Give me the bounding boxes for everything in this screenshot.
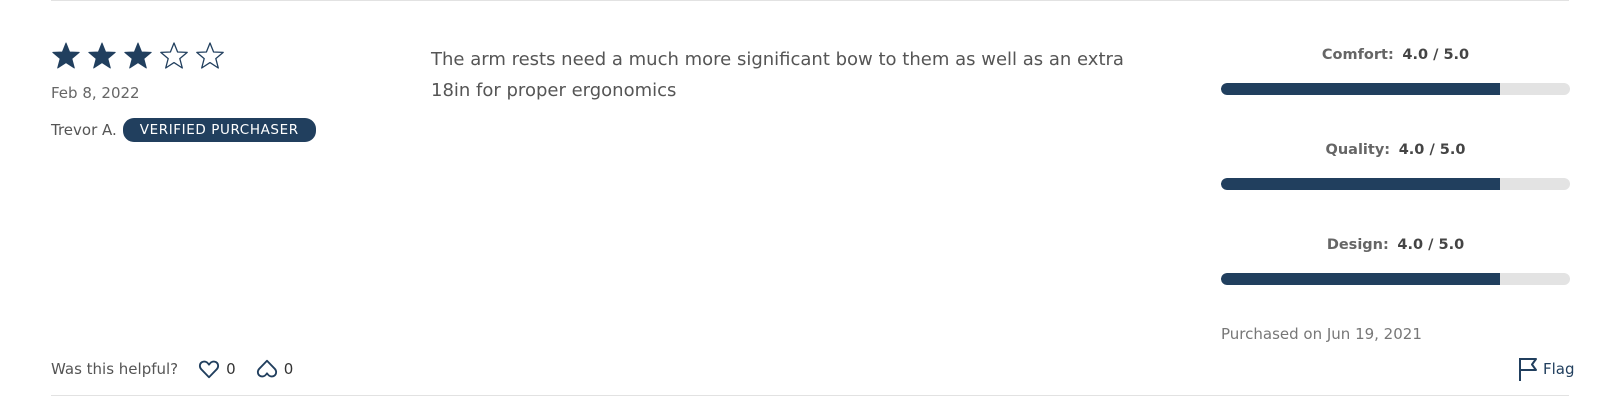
metric-design: Design: 4.0 / 5.0: [1221, 237, 1570, 285]
metric-quality: Quality: 4.0 / 5.0: [1221, 142, 1570, 190]
flag-label: Flag: [1543, 360, 1575, 378]
flag-icon: [1517, 356, 1543, 382]
helpful-question: Was this helpful?: [51, 360, 179, 378]
metric-bar-fill: [1221, 83, 1501, 95]
metric-name: Comfort:: [1321, 47, 1394, 63]
purchase-date: Purchased on Jun 19, 2021: [1221, 325, 1422, 343]
metric-bar-fill: [1221, 178, 1501, 190]
star-empty-icon: [195, 41, 225, 71]
helpful-section: Was this helpful? 0 0: [51, 358, 293, 380]
star-filled-icon: [123, 41, 153, 71]
metric-value: 4.0 / 5.0: [1398, 142, 1466, 158]
reviewer-name: Trevor A.: [51, 121, 117, 139]
flag-button[interactable]: Flag: [1517, 356, 1575, 382]
heart-icon: [198, 358, 220, 380]
metric-label: Design: 4.0 / 5.0: [1221, 237, 1570, 253]
review-date: Feb 8, 2022: [51, 84, 140, 102]
metric-label: Quality: 4.0 / 5.0: [1221, 142, 1570, 158]
metric-name: Design:: [1326, 237, 1389, 253]
helpful-down-count: 0: [283, 360, 294, 378]
helpful-down-button[interactable]: 0: [256, 358, 294, 380]
metric-label: Comfort: 4.0 / 5.0: [1221, 47, 1570, 63]
metric-bar: [1221, 178, 1570, 190]
heart-down-icon: [256, 358, 278, 380]
metric-bar: [1221, 83, 1570, 95]
star-filled-icon: [51, 41, 81, 71]
helpful-up-count: 0: [226, 360, 236, 378]
reviewer-info: Trevor A. VERIFIED PURCHASER: [51, 118, 316, 142]
metric-bar-fill: [1221, 273, 1501, 285]
top-divider: [51, 0, 1569, 1]
metric-bar: [1221, 273, 1570, 285]
star-filled-icon: [87, 41, 117, 71]
star-empty-icon: [159, 41, 189, 71]
metric-name: Quality:: [1325, 142, 1391, 158]
star-rating: [51, 41, 225, 71]
helpful-up-button[interactable]: 0: [198, 358, 236, 380]
verified-purchaser-badge: VERIFIED PURCHASER: [122, 118, 316, 142]
metric-comfort: Comfort: 4.0 / 5.0: [1221, 47, 1570, 95]
metric-value: 4.0 / 5.0: [1402, 47, 1470, 63]
review-body: The arm rests need a much more significa…: [431, 49, 1124, 101]
bottom-divider: [51, 395, 1569, 396]
metric-value: 4.0 / 5.0: [1397, 237, 1465, 253]
